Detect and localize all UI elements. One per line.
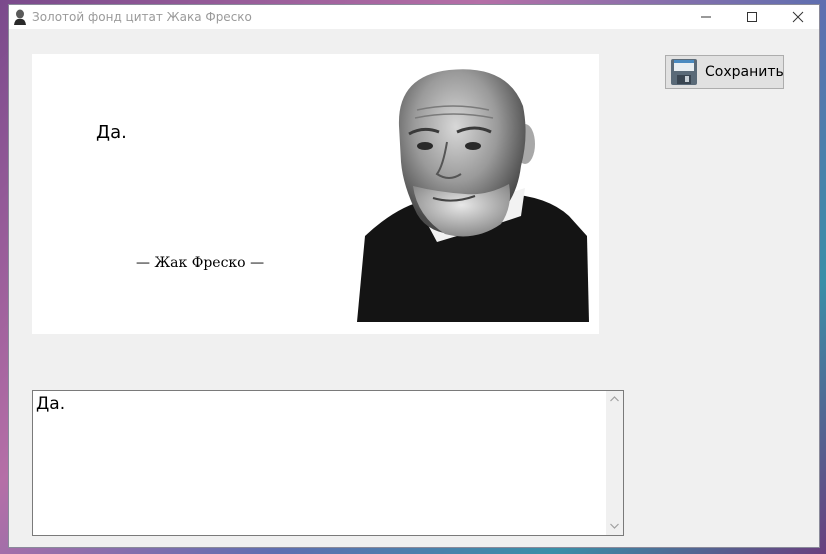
quote-author: — Жак Фреско — — [136, 255, 265, 271]
chevron-up-icon — [610, 396, 619, 402]
vertical-scrollbar[interactable] — [606, 391, 623, 535]
person-portrait-icon — [14, 9, 26, 25]
close-icon — [792, 11, 804, 23]
close-button[interactable] — [775, 5, 819, 29]
minimize-icon — [701, 16, 711, 18]
title-bar[interactable]: Золотой фонд цитат Жака Фреско — [9, 5, 819, 29]
maximize-icon — [747, 12, 757, 22]
app-window: Золотой фонд цитат Жака Фреско Да. — Жак… — [8, 4, 820, 548]
chevron-down-icon — [610, 523, 619, 529]
minimize-button[interactable] — [683, 5, 729, 29]
save-button[interactable]: Сохранить — [665, 55, 784, 89]
maximize-button[interactable] — [729, 5, 775, 29]
portrait-photo — [357, 69, 589, 322]
save-button-label: Сохранить — [705, 64, 784, 80]
scroll-down-button[interactable] — [606, 518, 623, 535]
floppy-disk-icon — [671, 59, 697, 85]
client-area: Да. — Жак Фреско — Сохранить Да. — [9, 29, 819, 547]
window-title: Золотой фонд цитат Жака Фреско — [32, 10, 252, 24]
quote-editor-text[interactable]: Да. — [36, 394, 603, 414]
quote-image: Да. — Жак Фреско — — [32, 54, 599, 334]
quote-editor[interactable]: Да. — [32, 390, 624, 536]
quote-text: Да. — [96, 122, 127, 143]
scroll-up-button[interactable] — [606, 391, 623, 408]
